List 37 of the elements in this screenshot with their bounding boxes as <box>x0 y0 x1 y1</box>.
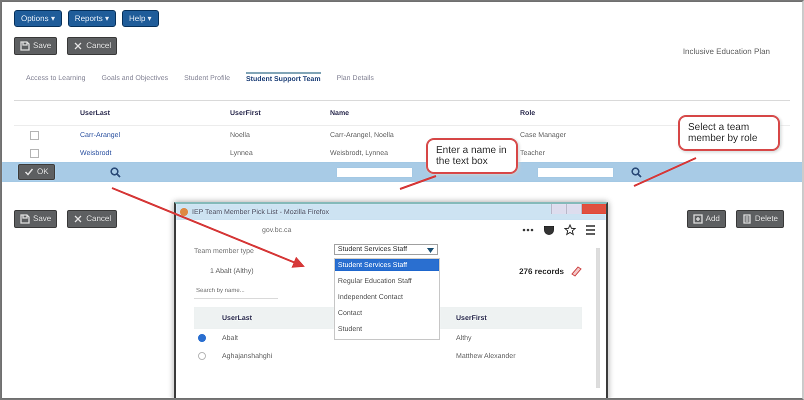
plan-title: Inclusive Education Plan <box>682 47 770 56</box>
star-icon[interactable] <box>564 224 576 236</box>
scrollbar[interactable] <box>596 248 600 388</box>
x-icon <box>73 40 84 50</box>
toolbar-button[interactable]: Delete <box>736 210 784 228</box>
pocket-icon[interactable] <box>543 224 555 236</box>
radio-button[interactable] <box>198 352 206 360</box>
toolbar-button[interactable]: Cancel <box>67 36 118 54</box>
role-input[interactable] <box>538 168 613 176</box>
radio-button[interactable] <box>198 334 206 342</box>
callout: Enter a name in the text box <box>426 138 518 174</box>
menu-button[interactable]: Options ▾ <box>14 10 62 27</box>
row-checkbox[interactable] <box>30 148 39 158</box>
row-checkbox[interactable] <box>30 130 39 140</box>
caret-icon <box>426 248 434 253</box>
document-icon <box>742 214 752 224</box>
toolbar-button[interactable]: Save <box>14 210 58 228</box>
ok-button[interactable]: OK <box>18 164 55 180</box>
toolbar-button[interactable]: Cancel <box>67 210 118 228</box>
record-count: 276 records <box>519 266 564 276</box>
toolbar-button[interactable]: Add <box>686 210 726 228</box>
x-icon <box>73 214 84 224</box>
menu-icon[interactable] <box>585 225 596 235</box>
search-icon[interactable] <box>630 166 642 178</box>
check-icon <box>24 167 34 177</box>
toolbar-button[interactable]: Save <box>14 36 58 54</box>
search-icon[interactable] <box>110 166 121 178</box>
name-input[interactable] <box>336 168 412 176</box>
maximize-button[interactable] <box>566 204 581 214</box>
callout: Select a team member by role <box>678 115 780 151</box>
eraser-icon[interactable] <box>570 265 582 277</box>
browser-icon <box>180 208 188 216</box>
minimize-button[interactable] <box>551 204 566 214</box>
menu-button[interactable]: Reports ▾ <box>68 10 116 27</box>
close-button[interactable] <box>581 204 606 214</box>
menu-button[interactable]: Help ▾ <box>122 10 159 27</box>
menu-dots-icon[interactable] <box>522 228 534 232</box>
